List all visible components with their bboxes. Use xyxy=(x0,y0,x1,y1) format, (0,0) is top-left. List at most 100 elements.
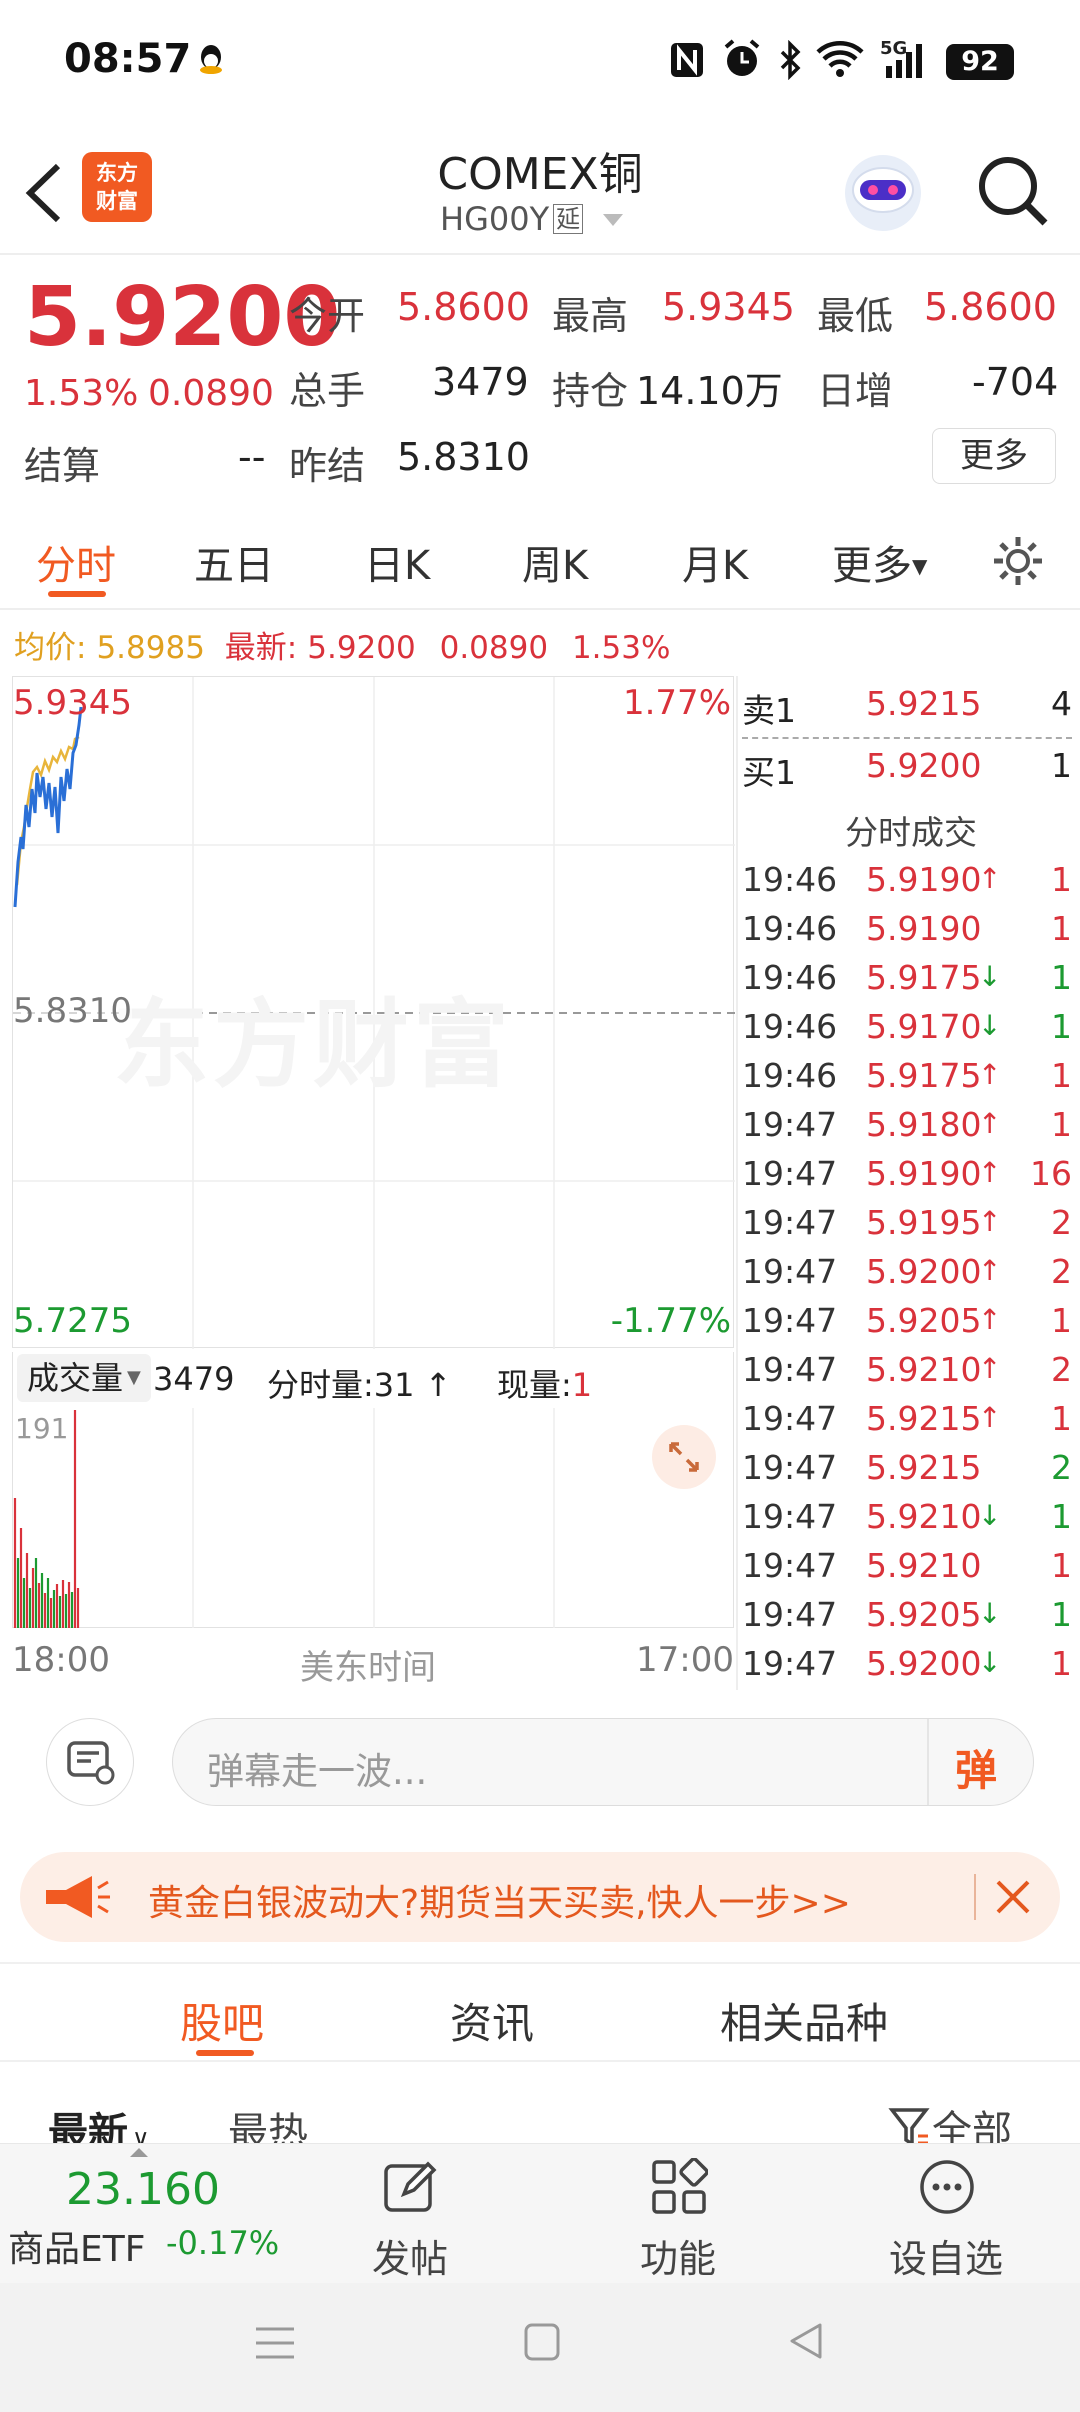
bottom-nav: 23.160 商品ETF -0.17% 发帖 功能 设自选 xyxy=(0,2143,1080,2283)
close-icon[interactable] xyxy=(988,1872,1038,1922)
etf-quote[interactable]: 23.160 商品ETF -0.17% xyxy=(0,2144,290,2284)
menu-icon[interactable] xyxy=(254,2323,296,2363)
volume-grid xyxy=(13,1408,555,1628)
trade-row: 19:47 5.9215 ↑ 1 xyxy=(742,1399,1080,1448)
danmu-send-button[interactable]: 弹 xyxy=(955,1737,997,1798)
volume-total: 3479 xyxy=(153,1360,235,1398)
trade-row: 19:47 5.9205 ↑ 1 xyxy=(742,1301,1080,1350)
time-axis-label: 美东时间 xyxy=(300,1648,436,1688)
trade-time: 19:47 xyxy=(742,1497,838,1536)
bluetooth-icon xyxy=(780,40,801,80)
nav-add-watchlist-label: 设自选 xyxy=(888,2237,1003,2281)
trade-qty: 1 xyxy=(1051,860,1072,899)
active-tab-indicator xyxy=(48,591,106,597)
danmu-input[interactable]: 弹幕走一波... 弹 xyxy=(172,1718,1034,1806)
nav-functions[interactable]: 功能 xyxy=(588,2144,768,2284)
nav-post-label: 发帖 xyxy=(371,2237,448,2281)
trade-qty: 1 xyxy=(1051,1497,1072,1536)
price-info-line: 均价: 5.8985 最新: 5.9200 0.0890 1.53% xyxy=(14,622,670,667)
time-axis-start: 18:00 xyxy=(12,1640,110,1680)
tab-intraday[interactable]: 分时 xyxy=(36,533,116,591)
trade-price: 5.9215 xyxy=(866,1448,982,1487)
field-label-settle: 结算 xyxy=(24,444,101,488)
field-value-high: 5.9345 xyxy=(662,285,795,329)
arrow-down-icon: ↓ xyxy=(978,960,1002,993)
trade-time: 19:47 xyxy=(742,1644,838,1683)
minute-volume: 分时量:31 ↑ xyxy=(267,1360,452,1406)
trade-qty: 1 xyxy=(1051,1644,1072,1683)
trade-row: 19:47 5.9180 ↑ 1 xyxy=(742,1105,1080,1154)
trade-qty: 1 xyxy=(1051,1007,1072,1046)
home-icon[interactable] xyxy=(522,2321,562,2363)
danmu-settings-button[interactable] xyxy=(46,1718,134,1806)
status-time: 08:57 xyxy=(64,36,192,82)
trade-row: 19:46 5.9175 ↑ 1 xyxy=(742,1056,1080,1105)
tab-five-day[interactable]: 五日 xyxy=(194,533,274,591)
trade-time: 19:47 xyxy=(742,1203,838,1242)
dropdown-icon xyxy=(603,214,624,226)
trades-title: 分时成交 xyxy=(845,813,977,852)
caret-down-icon: ▼ xyxy=(912,554,928,578)
trade-qty: 1 xyxy=(1051,1595,1072,1634)
promo-banner[interactable]: 黄金白银波动大?期货当天买卖,快人一步>> xyxy=(20,1852,1060,1942)
tab-daily-k[interactable]: 日K xyxy=(364,533,430,591)
ask-side: 卖1 xyxy=(742,691,796,730)
trade-time: 19:47 xyxy=(742,1399,838,1438)
battery-indicator: 92 xyxy=(946,44,1014,80)
section-tab-news[interactable]: 资讯 xyxy=(450,1990,534,2051)
volume-chart[interactable]: 191 xyxy=(12,1408,734,1628)
chart-low-label: 5.7275 xyxy=(13,1301,132,1341)
nfc-icon xyxy=(671,43,703,77)
tab-weekly-k[interactable]: 周K xyxy=(522,533,588,591)
alarm-icon xyxy=(724,39,760,76)
trade-time: 19:47 xyxy=(742,1252,838,1291)
trade-row: 19:47 5.9210 1 xyxy=(742,1546,1080,1595)
orderbook-bid-1: 买1 5.9200 1 xyxy=(742,746,1080,794)
volume-max-label: 191 xyxy=(15,1412,69,1445)
trade-qty: 1 xyxy=(1051,958,1072,997)
volume-selector[interactable]: 成交量 ▼ xyxy=(17,1354,151,1402)
more-button[interactable]: 更多 xyxy=(932,428,1056,484)
section-tab-related[interactable]: 相关品种 xyxy=(720,1990,888,2051)
tab-monthly-k[interactable]: 月K xyxy=(682,533,748,591)
expand-icon[interactable] xyxy=(651,1424,717,1490)
trade-row: 19:47 5.9210 ↓ 1 xyxy=(742,1497,1080,1546)
section-tab-forum[interactable]: 股吧 xyxy=(180,1990,264,2051)
trade-time: 19:47 xyxy=(742,1595,838,1634)
field-value-low: 5.8600 xyxy=(924,285,1057,329)
trade-time: 19:47 xyxy=(742,1546,838,1585)
signal-icon xyxy=(886,44,922,78)
settings-gear-icon[interactable] xyxy=(990,533,1046,589)
grid-icon xyxy=(652,2158,708,2214)
arrow-up-icon: ↑ xyxy=(978,1352,1002,1385)
search-icon[interactable] xyxy=(972,150,1052,230)
trade-qty: 2 xyxy=(1051,1350,1072,1389)
section-tabs: 股吧 资讯 相关品种 xyxy=(0,1962,1080,2062)
trade-time: 19:47 xyxy=(742,1448,838,1487)
field-label-prev-settle: 昨结 xyxy=(289,444,366,488)
price-line xyxy=(13,706,83,908)
status-bar: 08:57 5G 92 xyxy=(0,0,1080,120)
instrument-code[interactable]: HG00Y 延 xyxy=(440,200,625,238)
field-label-high: 最高 xyxy=(552,294,629,338)
latest-change: 0.0890 xyxy=(439,630,549,666)
trade-price: 5.9190 xyxy=(866,860,982,899)
trade-time: 19:46 xyxy=(742,909,838,948)
trade-price: 5.9190 xyxy=(866,1154,982,1193)
trade-price: 5.9170 xyxy=(866,1007,982,1046)
change-percent: 1.53% xyxy=(24,373,139,414)
code-text: HG00Y xyxy=(440,200,550,238)
field-value-volume: 3479 xyxy=(432,360,529,404)
trade-price: 5.9195 xyxy=(866,1203,982,1242)
trade-price: 5.9175 xyxy=(866,958,982,997)
latest-label: 最新: xyxy=(224,630,298,666)
robot-avatar-icon[interactable] xyxy=(838,148,928,238)
latest-value: 5.9200 xyxy=(307,630,416,666)
wifi-icon xyxy=(816,41,864,77)
nav-add-watchlist[interactable]: 设自选 xyxy=(856,2144,1036,2284)
promo-divider xyxy=(974,1874,976,1920)
nav-post[interactable]: 发帖 xyxy=(320,2144,500,2284)
intraday-chart[interactable]: 东方财富 5.9345 1.77% 5.8310 5.7275 -1.77% xyxy=(12,676,735,1349)
tab-more[interactable]: 更多▼ xyxy=(832,533,927,591)
back-nav-icon[interactable] xyxy=(784,2319,828,2363)
